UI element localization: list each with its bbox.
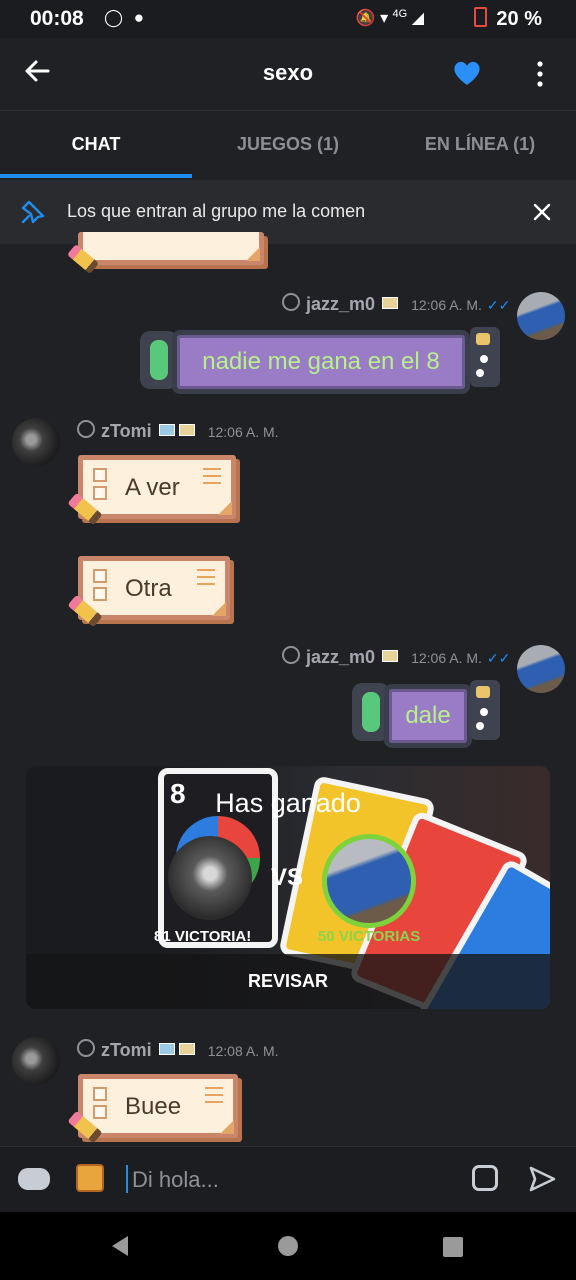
- right-player-wins: 50 VICTORIAS: [318, 928, 421, 945]
- notification-icons: ◯ ●: [104, 8, 144, 28]
- message-text: Otra: [125, 575, 172, 602]
- badge-icon: [382, 650, 399, 662]
- tab-en-linea[interactable]: EN LÍNEA (1): [384, 111, 576, 175]
- status-bar: 00:08 ◯ ● 🔕 ▾ 4G ◢ 20 %: [0, 0, 576, 38]
- message-bubble[interactable]: A ver: [78, 455, 236, 519]
- badge-icon: [382, 297, 399, 309]
- author-name[interactable]: jazz_m0: [306, 647, 375, 667]
- tab-bar: CHAT JUEGOS (1) EN LÍNEA (1): [0, 111, 576, 178]
- badge-icon: [178, 424, 195, 436]
- gamepad-icon[interactable]: [18, 1168, 50, 1190]
- message-meta: zTomi 12:08 A. M.: [77, 1039, 279, 1061]
- author-name[interactable]: zTomi: [101, 1040, 152, 1060]
- battery-percent: 20 %: [496, 8, 542, 30]
- heart-icon[interactable]: [452, 58, 482, 88]
- nav-home-icon[interactable]: [276, 1234, 300, 1258]
- game-result-card[interactable]: 8 Has ganado VS 81 VICTORIA! 50 VICTORIA…: [26, 766, 550, 1009]
- message-text: nadie me gana en el 8: [202, 348, 440, 375]
- versus-label: VS: [271, 864, 304, 891]
- user-icon: [282, 646, 300, 664]
- user-icon: [77, 420, 95, 438]
- timestamp: 12:06 A. M.: [411, 650, 482, 666]
- network-type: 4G: [392, 8, 408, 20]
- author-name[interactable]: jazz_m0: [306, 294, 375, 314]
- active-tab-indicator: [0, 174, 192, 178]
- chat-title: sexo: [262, 60, 314, 85]
- tab-juegos[interactable]: JUEGOS (1): [192, 111, 384, 175]
- user-icon: [77, 1039, 95, 1057]
- close-icon[interactable]: [530, 200, 554, 224]
- nav-back-icon[interactable]: [108, 1234, 132, 1258]
- timestamp: 12:08 A. M.: [207, 1043, 279, 1059]
- mute-icon: 🔕: [355, 10, 376, 27]
- player-left-avatar: [168, 836, 252, 920]
- game-result-title: Has ganado: [215, 788, 361, 818]
- double-check-icon: ✓✓: [486, 297, 511, 313]
- author-name[interactable]: zTomi: [101, 421, 152, 441]
- network-icons: 🔕 ▾ 4G ◢: [356, 8, 424, 28]
- badge-icon: [178, 1043, 195, 1055]
- message-composer: [0, 1146, 576, 1213]
- avatar[interactable]: [12, 1037, 60, 1085]
- game-card-footer: REVISAR: [26, 954, 550, 1009]
- message-meta: jazz_m0 12:06 A. M. ✓✓: [282, 293, 510, 315]
- message-meta: zTomi 12:06 A. M.: [77, 420, 279, 442]
- system-navigation-bar: [0, 1212, 576, 1280]
- more-options-icon[interactable]: [530, 60, 550, 88]
- message-meta: jazz_m0 12:06 A. M. ✓✓: [282, 646, 510, 668]
- chat-notification-icon: ●: [133, 8, 145, 27]
- pinned-text: Los que entran al grupo me la comen: [67, 201, 366, 221]
- send-icon[interactable]: [528, 1165, 556, 1193]
- whatsapp-icon: ◯: [104, 8, 124, 27]
- message-text: A ver: [125, 474, 180, 501]
- capsule-right-ornament: [470, 680, 500, 740]
- message-text: Buee: [125, 1093, 182, 1120]
- battery-status: 20 %: [473, 7, 542, 31]
- message-input[interactable]: [128, 1165, 452, 1195]
- avatar[interactable]: [517, 292, 565, 340]
- battery-icon: [473, 7, 487, 27]
- flag-icon: [158, 1043, 175, 1055]
- signal-icon: ◢: [411, 10, 424, 27]
- app-header: sexo: [0, 38, 576, 111]
- timestamp: 12:06 A. M.: [411, 297, 482, 313]
- message-bubble[interactable]: Otra: [78, 556, 230, 620]
- player-right-avatar: [322, 834, 416, 928]
- message-text: dale: [405, 702, 451, 729]
- previous-message-bubble: [78, 232, 264, 265]
- user-icon: [282, 293, 300, 311]
- avatar[interactable]: [517, 645, 565, 693]
- double-check-icon: ✓✓: [486, 650, 511, 666]
- sticker-icon[interactable]: [472, 1165, 498, 1191]
- left-player-wins: 81 VICTORIA!: [154, 928, 252, 945]
- nav-recents-icon[interactable]: [442, 1236, 464, 1258]
- treasure-chest-icon[interactable]: [76, 1164, 104, 1192]
- timestamp: 12:06 A. M.: [207, 424, 279, 440]
- message-bubble[interactable]: Buee: [78, 1074, 238, 1138]
- wifi-icon: ▾: [380, 10, 389, 27]
- pin-icon: [21, 200, 45, 224]
- review-button[interactable]: REVISAR: [26, 971, 550, 992]
- capsule-right-ornament: [470, 327, 500, 387]
- status-time: 00:08: [30, 7, 84, 30]
- flag-icon: [158, 424, 175, 436]
- message-bubble[interactable]: dale: [384, 684, 472, 748]
- avatar[interactable]: [12, 418, 60, 466]
- tab-chat[interactable]: CHAT: [0, 111, 192, 175]
- message-bubble[interactable]: nadie me gana en el 8: [172, 330, 470, 394]
